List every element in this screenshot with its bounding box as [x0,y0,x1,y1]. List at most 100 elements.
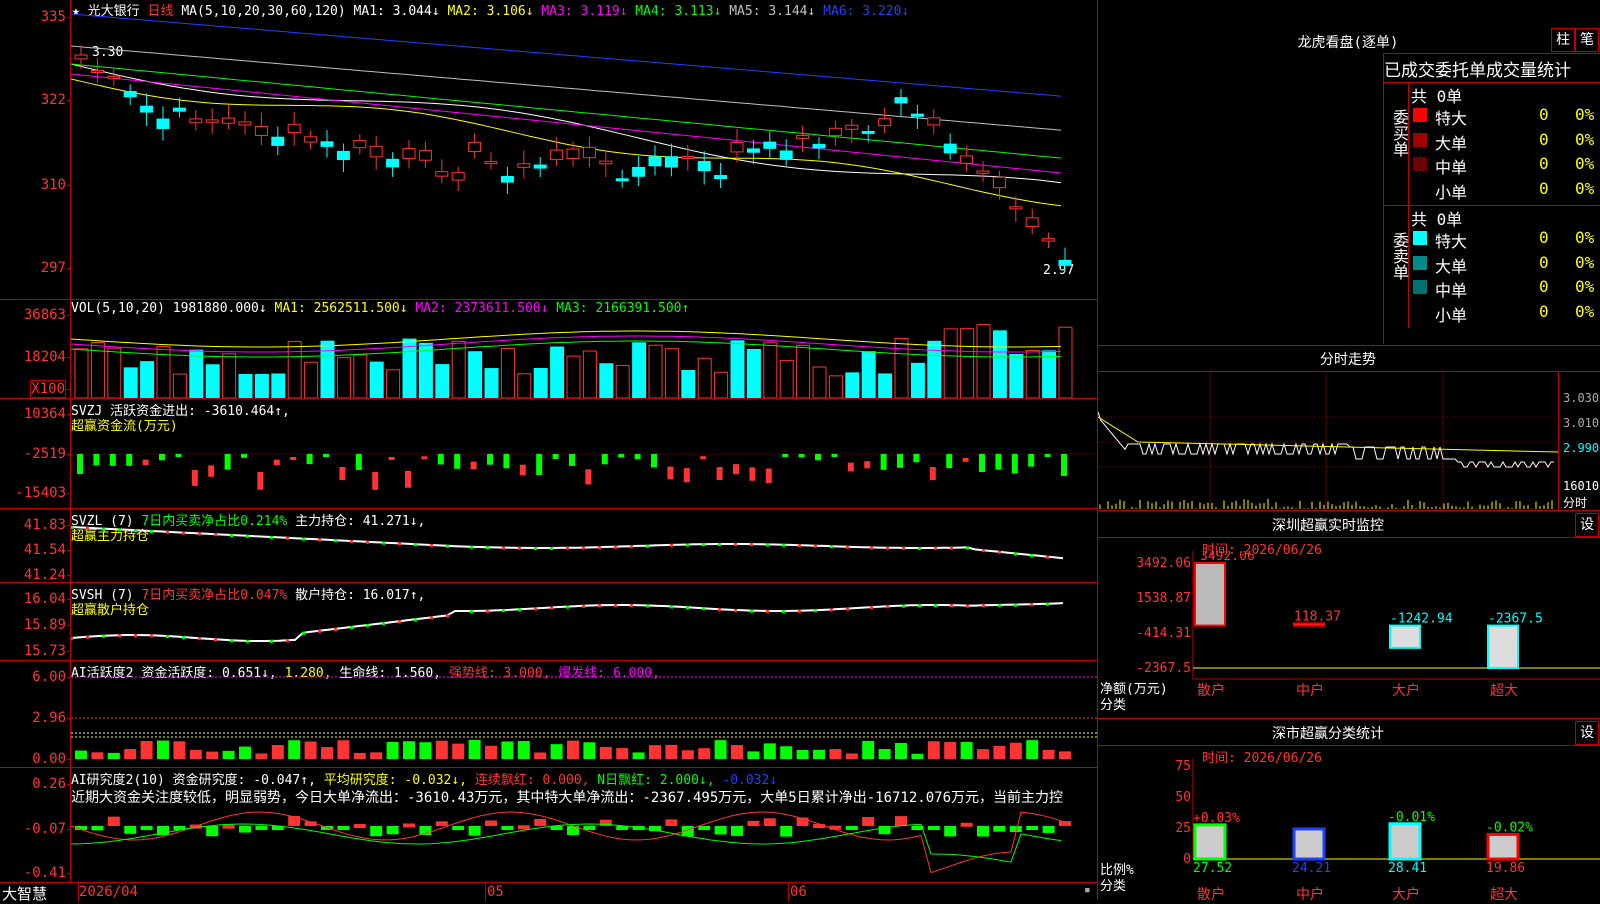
ma-line [71,45,1062,131]
candle-body [1025,217,1039,228]
volume-bar [582,350,597,398]
fund-flow-bars[interactable] [71,413,1097,509]
row-pct: 0% [1575,301,1595,321]
holding-marker [598,604,601,608]
column-mode-button[interactable]: 柱 [1551,28,1575,52]
holding-marker [966,604,969,608]
right-sidebar: 龙虎看盘(逐单) 柱 笔 已成交委托单成交量统计 委买单 共 0单 特大 0 0… [1098,0,1600,901]
volume-unit[interactable]: X100 [30,380,70,398]
intraday-chart[interactable] [1098,372,1558,510]
main-holding-line[interactable] [71,509,1097,583]
research-bar [862,816,875,826]
holding-marker [366,624,369,628]
svzl-tick: 41.54 [23,542,72,558]
candle-body [123,90,137,98]
research-bar [534,819,547,826]
dragon-tiger-panel[interactable]: 龙虎看盘(逐单) 柱 笔 已成交委托单成交量统计 委买单 共 0单 特大 0 0… [1098,0,1600,345]
activity-bars[interactable] [71,661,1097,768]
activity-bar [747,751,760,759]
candle-body [189,118,203,124]
candle-body [681,155,695,159]
sz-classify-settings-button[interactable]: 设 [1575,721,1599,745]
bar-label: -2367.5 [1488,612,1543,627]
holding-marker [414,543,417,547]
svzl-panel[interactable]: SVZL (7) 7日内买卖净占比0.214% 主力持仓: 41.271↓, 超… [0,508,1097,583]
change-label: +0.03% [1193,811,1240,826]
volume-bar [287,340,302,398]
net-amount-chart[interactable]: 3492.06 1538.87 -414.31 -2367.5 3492.06 散户 118… [1098,551,1600,719]
pen-mode-button[interactable]: 笔 [1575,28,1599,52]
svzj-panel[interactable]: SVZJ 活跃资金进出: -3610.464↑, 超赢资金流(万元) 10364… [0,398,1097,509]
research-bar [386,826,399,835]
ma-line [71,14,1062,97]
row-pct: 0% [1575,178,1595,198]
candle-body [648,156,662,167]
holding-marker [686,543,689,547]
svzl-tick: 41.83 [23,517,72,533]
holding-line [71,526,1064,560]
activity-bar [977,749,989,759]
fund-flow-bar [946,454,953,469]
price-panel[interactable]: ★ 光大银行 日线 MA(5,10,20,30,60,120) MA1: 3.0… [0,0,1097,299]
activity-bar [157,740,169,759]
volume-panel[interactable]: VOL(5,10,20) 1981880.000↓ MA1: 2562511.5… [0,299,1097,399]
fund-flow-bar [437,454,444,465]
research-bar [780,826,793,837]
row-pct: 0% [1575,277,1595,296]
volume-bar [222,353,237,398]
holding-marker [550,606,553,610]
holding-marker [502,609,505,613]
fund-flow-bar [880,454,887,470]
candle-body [287,123,301,134]
fund-flow-bar [355,454,362,471]
ratio-chart[interactable]: 75 50 25 0 +0.03% 27.52 散户 24.21 中户 -0.01% 28.41 大户… [1098,759,1600,901]
bar-label: 118.37 [1294,609,1341,624]
holding-marker [934,604,937,607]
category-label: 中户 [1296,682,1324,699]
volume-bars[interactable] [71,314,1097,398]
fund-flow-bar [470,461,477,470]
candle-body [992,176,1006,189]
svsh-tick: 15.89 [23,617,72,633]
holding-marker [1030,603,1033,607]
svsh-panel[interactable]: SVSH (7) 7日内买卖净占比0.047% 散户持仓: 16.017↑, 超… [0,582,1097,661]
fund-flow-bar [683,468,690,483]
sz-monitor-panel[interactable]: 深圳超赢实时监控 设 时间: 2026/06/26 净额(万元) 分类 3492… [1098,510,1600,719]
category-label: 散户 [1197,886,1225,901]
intraday-x-label: 分时 [1563,496,1588,510]
activity-bar [419,742,432,759]
sz-monitor-title: 深圳超赢实时监控 [1272,518,1384,534]
holding-marker [830,608,833,612]
divider [1098,745,1600,746]
volume-bar [746,348,761,398]
sz-classify-panel[interactable]: 深市超赢分类统计 设 时间: 2026/06/26 比例% 分类 75 50 25 0… [1098,718,1600,901]
ma-line [71,78,1062,207]
holding-marker [870,546,873,550]
candle-body [484,161,498,165]
holding-marker [214,638,217,642]
stats-row: 小单 0 0% [1409,301,1600,325]
holding-marker [582,546,585,550]
intraday-panel[interactable]: 分时走势 3.030 3.010 2.990 16010 分时 [1098,345,1600,511]
ai-active-panel[interactable]: AI活跃度2 资金活跃度: 0.651↓, 1.280, 生命线: 1.560,… [0,660,1097,768]
row-value: 0 [1539,178,1549,198]
candle-body [254,125,268,136]
candlestick-chart[interactable] [71,14,1097,298]
bar-label: 3492.06 [1200,551,1255,564]
research-bars[interactable] [71,768,1097,883]
holding-marker [118,528,121,532]
fund-flow-bar [601,454,608,465]
retail-holding-line[interactable] [71,583,1097,661]
ai-research-panel[interactable]: AI研究度2(10) 资金研究度: -0.047↑, 平均研究度: -0.032… [0,767,1097,883]
row-value: 0 [1539,129,1549,149]
research-bar [353,823,366,828]
fund-flow-bar [700,456,707,460]
activity-bar [468,740,481,759]
svzl-tick: 41.24 [23,567,72,583]
color-swatch [1413,304,1427,319]
lock-icon[interactable]: ▪ [1084,883,1091,896]
fund-flow-bar [1011,454,1018,474]
sz-monitor-settings-button[interactable]: 设 [1575,513,1599,537]
main-chart-area[interactable]: ★ 光大银行 日线 MA(5,10,20,30,60,120) MA1: 3.0… [0,0,1098,900]
bottom-time-axis[interactable]: 大智慧 2026/04 05 06 ▪ [0,882,1098,903]
